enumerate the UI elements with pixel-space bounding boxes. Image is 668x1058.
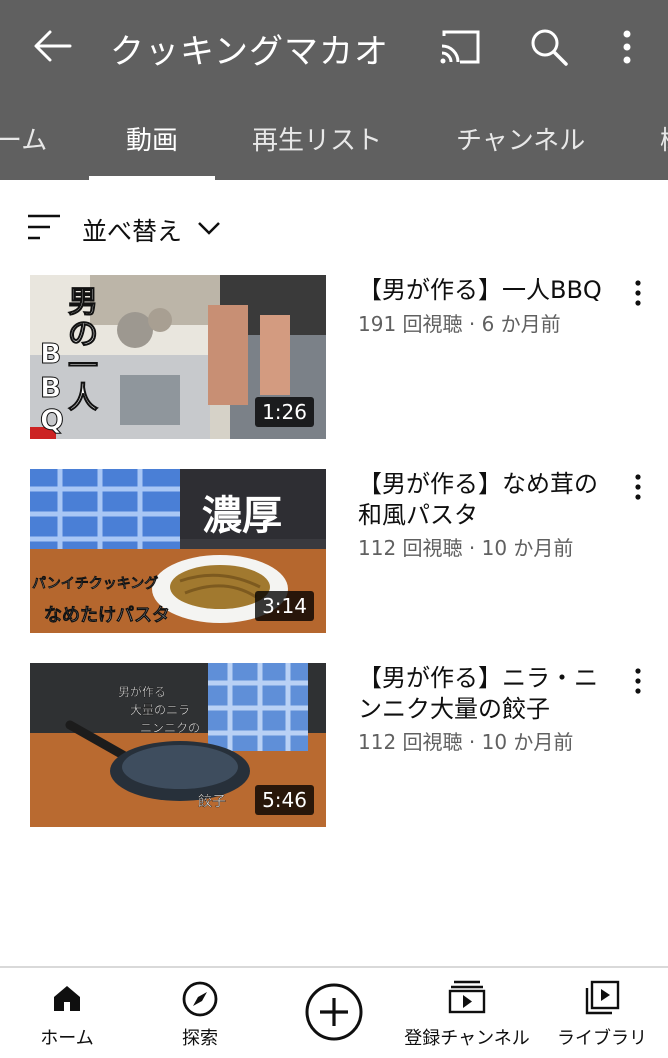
- tab-playlists[interactable]: 再生リスト: [252, 120, 382, 157]
- thumbnail-text: 濃厚: [202, 493, 282, 539]
- video-meta: 112 回視聴 · 10 か月前: [358, 536, 574, 560]
- nav-library[interactable]: ライブラリ: [552, 968, 652, 1058]
- tab-home[interactable]: ーム: [0, 120, 47, 157]
- thumbnail-text: 餃子: [198, 794, 226, 810]
- tab-about[interactable]: 概: [660, 120, 668, 157]
- cast-icon[interactable]: [438, 28, 482, 66]
- video-duration: 5:46: [255, 785, 314, 815]
- nav-explore[interactable]: 探索: [152, 968, 248, 1058]
- thumbnail-text: 男が作る: [118, 685, 167, 699]
- video-item[interactable]: 男が作る 大量のニラ ニンニクの 餃子 5:46 【男が作る】ニラ・ニンニク大量…: [0, 663, 668, 829]
- more-vert-icon[interactable]: [628, 279, 648, 307]
- explore-icon: [182, 981, 218, 1017]
- active-tab-indicator: [89, 176, 215, 180]
- back-arrow-icon[interactable]: [30, 26, 74, 66]
- video-title[interactable]: 【男が作る】なめ茸の和風パスタ: [358, 469, 608, 531]
- video-meta: 112 回視聴 · 10 か月前: [358, 730, 574, 754]
- tab-videos[interactable]: 動画: [126, 120, 178, 157]
- video-duration: 3:14: [255, 591, 314, 621]
- more-vert-icon[interactable]: [628, 667, 648, 695]
- nav-library-label: ライブラリ: [557, 1028, 647, 1049]
- bottom-navigation: ホーム 探索 登録チャンネル ライブラリ: [0, 966, 668, 1058]
- thumbnail-text: B: [39, 337, 62, 371]
- nav-home-label: ホーム: [40, 1028, 94, 1049]
- home-icon: [54, 986, 80, 1011]
- thumbnail-text: ニンニクの: [140, 721, 201, 735]
- thumbnail-text: なめたけパスタ: [44, 605, 171, 627]
- create-icon: [305, 983, 363, 1041]
- chevron-down-icon: [198, 222, 220, 235]
- nav-subscriptions[interactable]: 登録チャンネル: [400, 968, 534, 1058]
- video-duration: 1:26: [255, 397, 314, 427]
- more-vert-icon[interactable]: [612, 26, 642, 68]
- thumbnail-text: B: [39, 371, 62, 405]
- thumbnail-text: Q: [40, 403, 65, 437]
- channel-tabs: ーム 動画 再生リスト チャンネル 概: [0, 92, 668, 180]
- nav-home[interactable]: ホーム: [20, 968, 114, 1058]
- channel-title: クッキングマカオ: [110, 32, 389, 72]
- nav-explore-label: 探索: [182, 1028, 218, 1049]
- nav-subscriptions-label: 登録チャンネル: [404, 1028, 530, 1049]
- nav-create[interactable]: [288, 968, 380, 1058]
- video-item[interactable]: 濃厚 パンイチクッキング なめたけパスタ 3:14 【男が作る】なめ茸の和風パス…: [0, 469, 668, 635]
- more-vert-icon[interactable]: [628, 473, 648, 501]
- video-thumbnail[interactable]: 濃厚 パンイチクッキング なめたけパスタ 3:14: [30, 469, 326, 633]
- thumbnail-text: パンイチクッキング: [32, 576, 159, 593]
- video-title[interactable]: 【男が作る】ニラ・ニンニク大量の餃子: [358, 663, 608, 725]
- subscriptions-icon: [448, 980, 486, 1014]
- sort-label: 並べ替え: [82, 217, 183, 246]
- video-thumbnail[interactable]: 男 の 一 人 B B Q 1:26: [30, 275, 326, 439]
- library-icon: [585, 980, 620, 1015]
- video-item[interactable]: 男 の 一 人 B B Q 1:26 【男が作る】一人BBQ 191 回視聴 ·…: [0, 275, 668, 441]
- video-thumbnail[interactable]: 男が作る 大量のニラ ニンニクの 餃子 5:46: [30, 663, 326, 827]
- app-bar: クッキングマカオ: [0, 0, 668, 92]
- thumbnail-text: 大量のニラ: [130, 703, 191, 717]
- sort-button[interactable]: 並べ替え: [26, 208, 266, 248]
- video-title[interactable]: 【男が作る】一人BBQ: [358, 275, 608, 306]
- video-meta: 191 回視聴 · 6 か月前: [358, 312, 561, 336]
- sort-icon: [28, 214, 60, 240]
- tab-channels[interactable]: チャンネル: [456, 120, 585, 157]
- thumbnail-text: 人: [68, 381, 99, 417]
- search-icon[interactable]: [528, 26, 570, 68]
